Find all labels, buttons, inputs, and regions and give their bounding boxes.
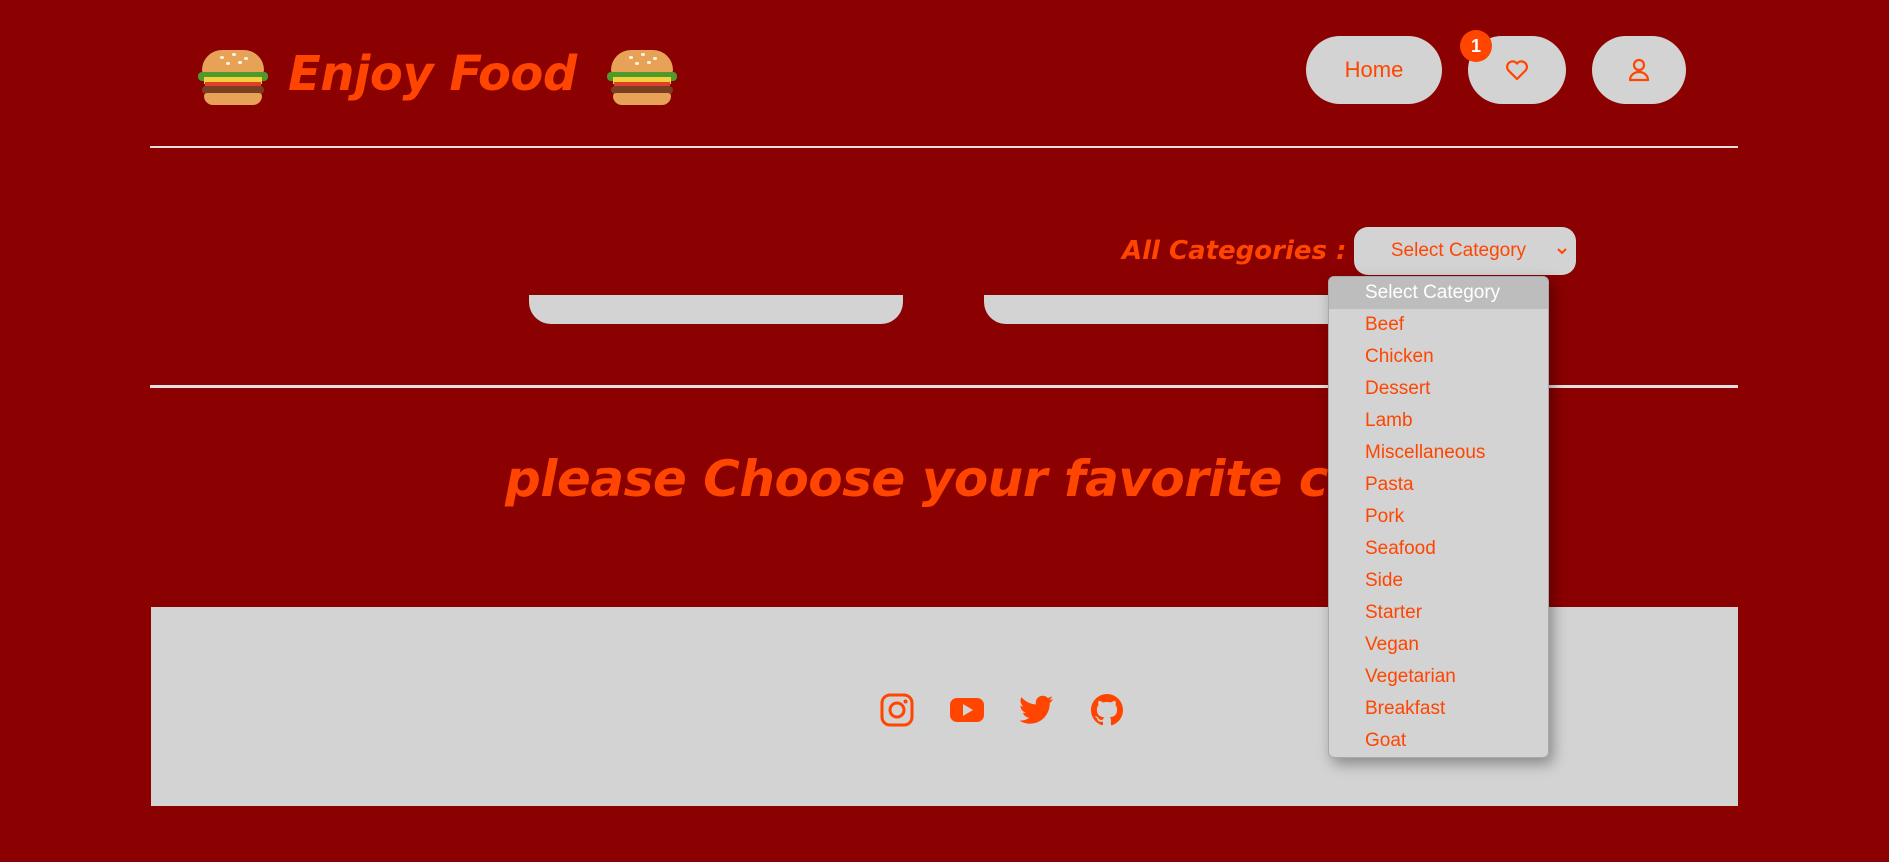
category-option[interactable]: Side	[1329, 565, 1548, 597]
category-option[interactable]: Vegan	[1329, 629, 1548, 661]
category-option[interactable]: Select Category	[1329, 277, 1548, 309]
favorites-count-badge: 1	[1460, 30, 1492, 62]
chevron-down-icon	[1557, 248, 1568, 255]
burger-icon	[606, 44, 677, 105]
site-header: Enjoy Food Home 1	[150, 0, 1738, 148]
category-option[interactable]: Beef	[1329, 309, 1548, 341]
social-links	[877, 690, 1127, 730]
category-filter-label: All Categories :	[1122, 236, 1347, 266]
burger-icon	[198, 44, 268, 105]
user-button[interactable]	[1592, 36, 1686, 104]
category-option[interactable]: Pork	[1329, 501, 1548, 533]
twitter-icon[interactable]	[1017, 690, 1057, 730]
home-button-label: Home	[1344, 57, 1404, 82]
category-option[interactable]: Vegetarian	[1329, 661, 1548, 693]
category-card[interactable]	[984, 295, 1384, 324]
category-option[interactable]: Dessert	[1329, 373, 1548, 405]
category-card[interactable]	[529, 295, 903, 324]
category-option[interactable]: Seafood	[1329, 533, 1548, 565]
github-icon[interactable]	[1087, 690, 1127, 730]
home-button[interactable]: Home	[1306, 36, 1442, 104]
category-option[interactable]: Goat	[1329, 725, 1548, 757]
heart-icon	[1506, 60, 1528, 81]
instagram-icon[interactable]	[877, 690, 917, 730]
category-select[interactable]: Select Category	[1354, 227, 1577, 275]
category-option[interactable]: Pasta	[1329, 469, 1548, 501]
youtube-icon[interactable]	[947, 690, 987, 730]
brand-title: Enjoy Food	[288, 46, 577, 102]
category-filter: All Categories : Select Category	[1122, 227, 1577, 275]
category-option[interactable]: Chicken	[1329, 341, 1548, 373]
favorites-button[interactable]: 1	[1460, 30, 1566, 104]
brand[interactable]: Enjoy Food	[198, 44, 677, 105]
top-nav: Home 1	[1306, 30, 1686, 104]
category-dropdown-list[interactable]: Select Category Beef Chicken Dessert Lam…	[1328, 276, 1549, 758]
category-option[interactable]: Breakfast	[1329, 693, 1548, 725]
category-option[interactable]: Lamb	[1329, 405, 1548, 437]
category-option[interactable]: Miscellaneous	[1329, 437, 1548, 469]
category-option[interactable]: Starter	[1329, 597, 1548, 629]
user-icon	[1628, 58, 1650, 82]
category-select-value: Select Category	[1390, 240, 1527, 261]
